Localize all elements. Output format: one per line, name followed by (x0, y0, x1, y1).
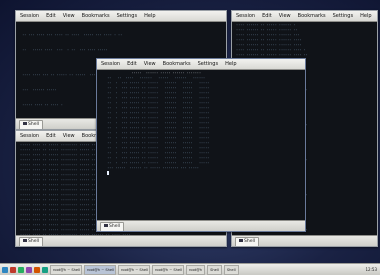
terminal-line (103, 171, 303, 176)
terminal-icon (23, 239, 27, 242)
tab-shell[interactable]: Shell (100, 222, 124, 231)
menu-help[interactable]: Help (143, 11, 156, 21)
menu-edit[interactable]: Edit (45, 11, 57, 21)
menu-help[interactable]: Help (224, 59, 237, 69)
clock: 12:53 (365, 267, 377, 272)
terminal-icon (239, 239, 243, 242)
menu-view[interactable]: View (278, 11, 292, 21)
taskbar-window-button[interactable]: root@h (186, 264, 206, 275)
tab-shell[interactable]: Shell (19, 237, 43, 246)
terminal-line: ·· ····· ···· ··· · ·· ··· ···· ····· (18, 48, 108, 52)
menu-settings[interactable]: Settings (332, 11, 355, 21)
taskbar-window-button[interactable]: root@h ~ Shell (152, 264, 184, 275)
taskbar: root@h ~ Shell root@h ~ Shell root@h ~ S… (0, 263, 380, 275)
menu-session[interactable]: Session (19, 131, 40, 141)
tab-shell[interactable]: Shell (19, 120, 43, 129)
menu-session[interactable]: Session (100, 59, 121, 69)
menu-session[interactable]: Session (19, 11, 40, 21)
terminal-output[interactable]: ····· ······ ····· ······ ······· ·· ·· … (97, 70, 305, 221)
tab-bar: Shell (97, 220, 305, 231)
taskbar-window-button[interactable]: Shell (207, 264, 222, 275)
taskbar-window-button[interactable]: Shell (223, 264, 239, 275)
menu-edit[interactable]: Edit (126, 59, 138, 69)
taskbar-window-button[interactable]: root@h ~ Shell (50, 264, 82, 275)
text-cursor (107, 171, 110, 175)
menu-view[interactable]: View (62, 131, 76, 141)
menu-view[interactable]: View (62, 11, 76, 21)
menu-settings[interactable]: Settings (197, 59, 220, 69)
tab-bar: Shell (16, 235, 226, 246)
menu-bookmarks[interactable]: Bookmarks (297, 11, 327, 21)
launcher-icon[interactable] (26, 266, 32, 273)
terminal-icon (104, 224, 108, 227)
tab-shell[interactable]: Shell (235, 237, 259, 246)
menu-edit[interactable]: Edit (45, 131, 57, 141)
taskbar-window-button[interactable]: root@h ~ Shell (118, 264, 150, 275)
launcher-icon[interactable] (18, 266, 24, 273)
launcher-icon[interactable] (42, 266, 48, 273)
launcher-icon[interactable] (10, 266, 16, 273)
menu-view[interactable]: View (143, 59, 157, 69)
menu-edit[interactable]: Edit (261, 11, 273, 21)
terminal-window-main[interactable]: Session Edit View Bookmarks Settings Hel… (96, 58, 306, 232)
launcher-icon[interactable] (34, 266, 40, 273)
taskbar-window-button[interactable]: root@h ~ Shell (84, 264, 116, 275)
menubar: Session Edit View Bookmarks Settings Hel… (16, 11, 226, 22)
menu-help[interactable]: Help (359, 11, 372, 21)
menubar: Session Edit View Bookmarks Settings Hel… (97, 59, 305, 70)
menu-session[interactable]: Session (235, 11, 256, 21)
menu-bookmarks[interactable]: Bookmarks (162, 59, 192, 69)
terminal-icon (23, 122, 27, 125)
menu-bookmarks[interactable]: Bookmarks (81, 11, 111, 21)
terminal-line: ·· ··· ···· ··· ···· ·· ···· ····· ··· ·… (18, 33, 123, 37)
menu-settings[interactable]: Settings (116, 11, 139, 21)
app-menu-icon[interactable] (2, 266, 8, 273)
tab-bar: Shell (232, 235, 377, 246)
menubar: Session Edit View Bookmarks Settings Hel… (232, 11, 377, 22)
